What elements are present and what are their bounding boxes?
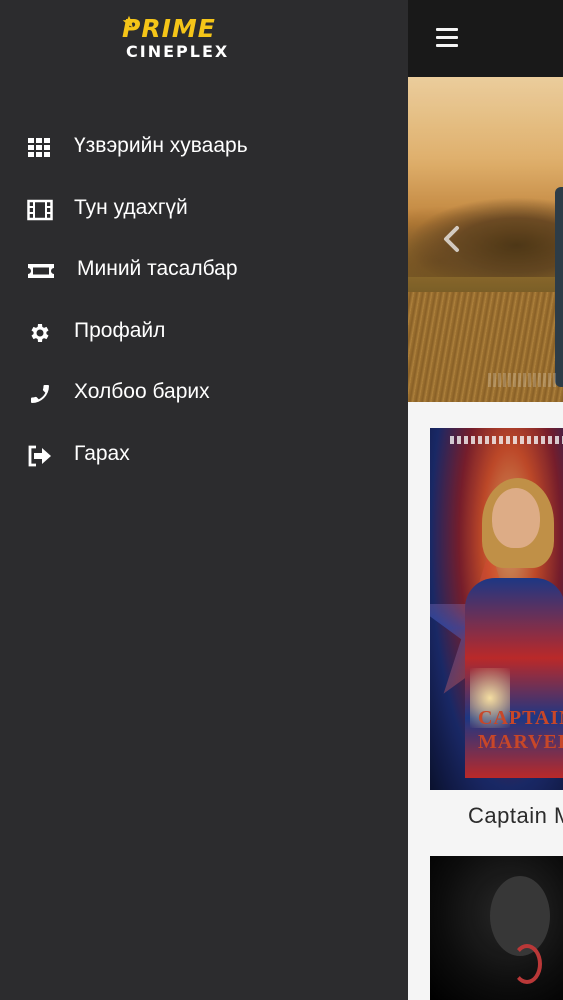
menu-item-contact[interactable]: Холбоо барих (0, 364, 408, 420)
menu-item-label: Үзвэрийн хуваарь (74, 134, 248, 157)
film-icon (27, 198, 53, 222)
ticket-icon (27, 259, 54, 283)
menu-item-logout[interactable]: Гарах (0, 426, 408, 482)
menu-item-label: Профайл (74, 319, 166, 342)
menu-item-label: Гарах (74, 442, 130, 465)
logout-icon (27, 444, 53, 468)
menu-item-coming-soon[interactable]: Тун удахгүй (0, 180, 408, 236)
menu-item-profile[interactable]: Профайл (0, 303, 408, 359)
menu-item-label: Холбоо барих (74, 380, 210, 403)
phone-icon (27, 382, 53, 406)
menu-item-schedule[interactable]: Үзвэрийн хуваарь (0, 118, 408, 174)
logo-cineplex-text: CINEPLEX (126, 42, 230, 61)
menu-item-label: Миний тасалбар (77, 257, 238, 280)
gear-icon (27, 321, 53, 345)
menu-item-my-tickets[interactable]: Миний тасалбар (0, 241, 408, 297)
star-icon (122, 15, 136, 28)
menu-item-label: Тун удахгүй (74, 196, 188, 219)
logo: PRIME CINEPLEX (122, 15, 274, 63)
logo-prime-text: PRIME (122, 14, 216, 43)
drawer-scrim[interactable] (408, 0, 563, 1000)
grid-icon (27, 136, 53, 160)
navigation-drawer: PRIME CINEPLEX Үзвэрийн хуваарь Тун удах… (0, 0, 408, 1000)
